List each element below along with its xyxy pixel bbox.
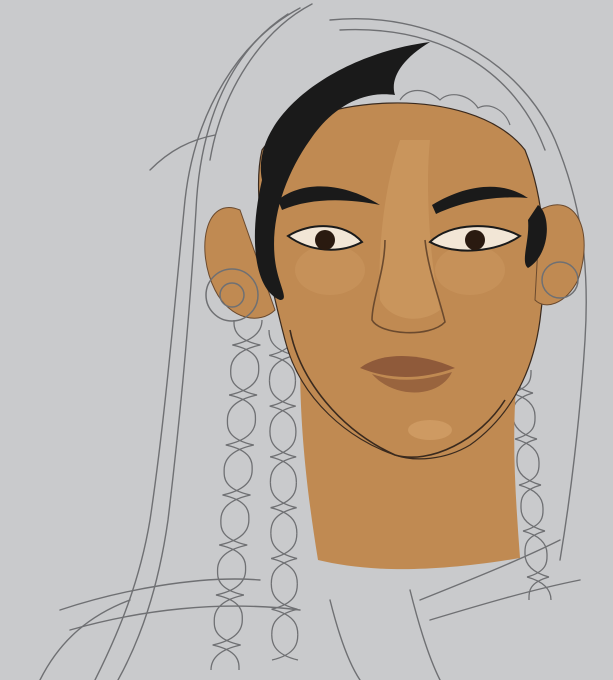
portrait-svg — [0, 0, 613, 680]
illustration-canvas — [0, 0, 613, 680]
